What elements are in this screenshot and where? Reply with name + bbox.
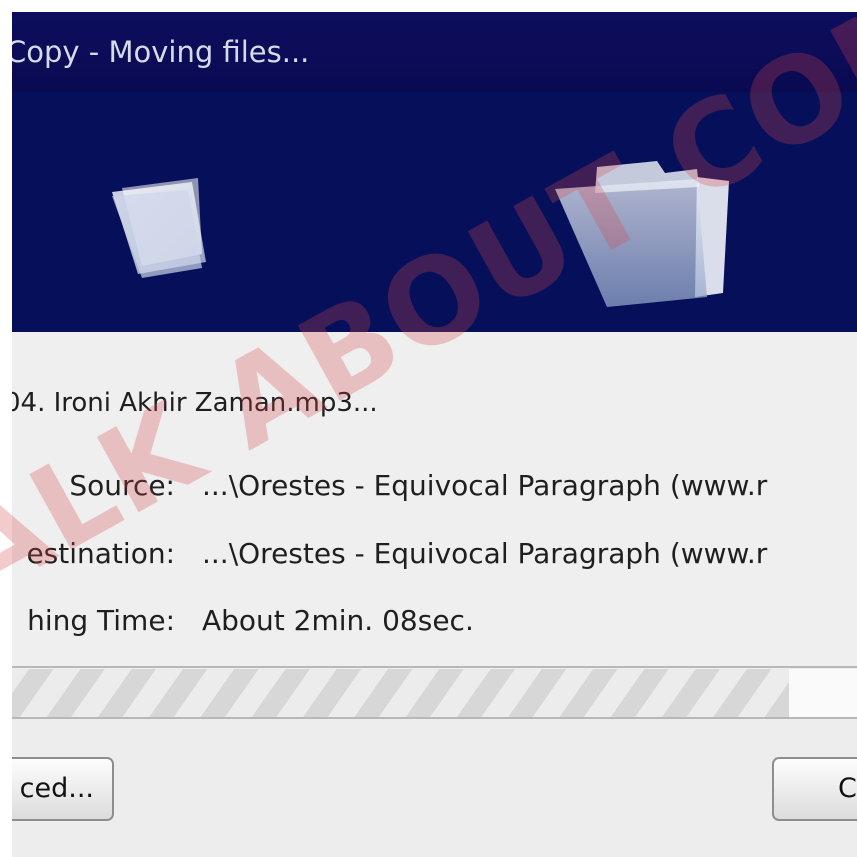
cancel-button-label: C	[838, 773, 857, 804]
title-bar: Copy - Moving files...	[12, 12, 857, 92]
advanced-button-label: ced...	[19, 773, 94, 804]
remaining-time-row: hing Time: About 2min. 08sec.	[12, 604, 857, 644]
source-row: Source: ...\Orestes - Equivocal Paragrap…	[12, 469, 857, 509]
progress-bar-fill	[12, 669, 790, 717]
divider	[12, 666, 857, 668]
source-path: ...\Orestes - Equivocal Paragraph (www.r	[202, 469, 768, 502]
source-label: Source:	[69, 469, 175, 502]
window-title: Copy - Moving files...	[12, 35, 310, 69]
current-file-name: 04. Ironi Akhir Zaman.mp3...	[12, 388, 378, 418]
animation-banner	[12, 92, 857, 332]
progress-info-panel: 04. Ironi Akhir Zaman.mp3... Source: ...…	[12, 332, 857, 678]
destination-label: estination:	[26, 537, 175, 570]
cancel-button[interactable]: C	[772, 757, 857, 821]
destination-row: estination: ...\Orestes - Equivocal Para…	[12, 537, 857, 577]
progress-bar	[12, 669, 857, 719]
destination-path: ...\Orestes - Equivocal Paragraph (www.r	[202, 537, 768, 570]
button-bar: ced... C	[12, 719, 857, 857]
remaining-time-label: hing Time:	[27, 604, 175, 637]
copy-dialog: Copy - Moving files... 04. Ironi Akhir Z…	[12, 12, 857, 857]
destination-folder-icon	[555, 161, 729, 307]
remaining-time-value: About 2min. 08sec.	[202, 604, 474, 637]
source-folder-icon	[112, 178, 206, 278]
advanced-button[interactable]: ced...	[12, 757, 114, 821]
